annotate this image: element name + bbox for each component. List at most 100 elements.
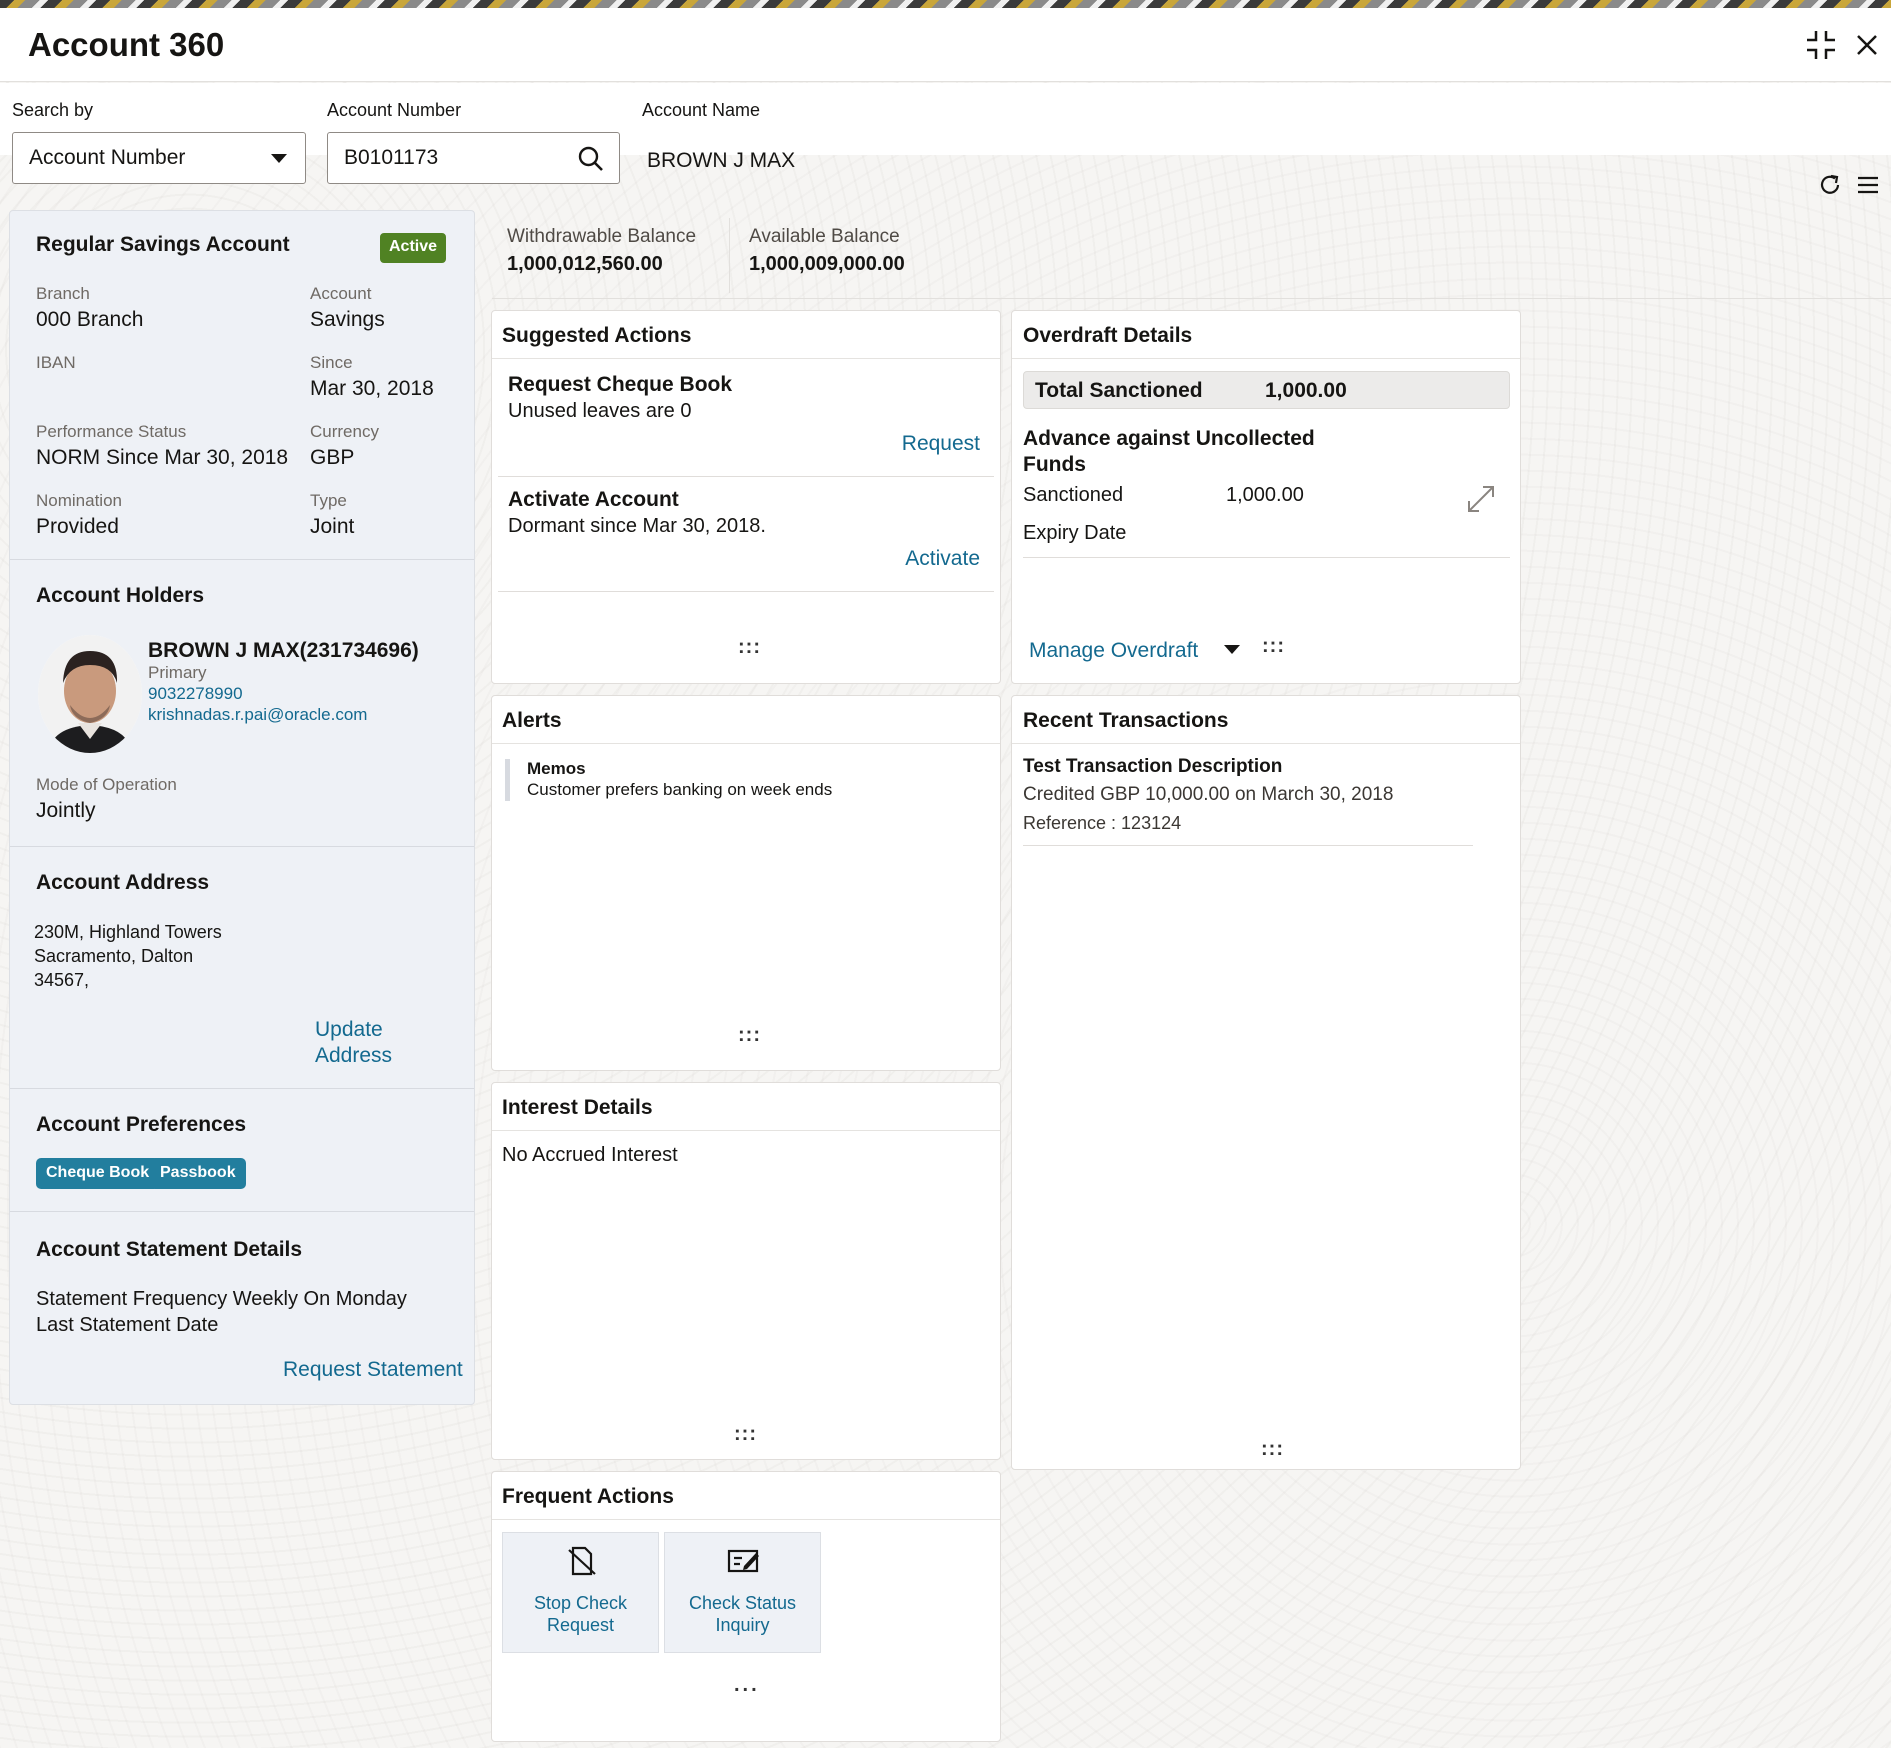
divider [498, 476, 994, 477]
search-bar: Search by Account Number Account Number … [0, 83, 1891, 184]
search-by-select[interactable]: Account Number [12, 132, 306, 184]
holder-email-link[interactable]: krishnadas.r.pai@oracle.com [148, 705, 367, 725]
memo-accent-bar [505, 759, 510, 801]
performance-status-label: Performance Status [36, 422, 187, 441]
collapse-icon[interactable] [1804, 28, 1838, 62]
total-sanctioned-value: 1,000.00 [1265, 379, 1347, 402]
withdrawable-balance-value: 1,000,012,560.00 [507, 253, 663, 275]
request-statement-link[interactable]: Request Statement [283, 1358, 463, 1382]
update-address-link[interactable]: Update Address [315, 1017, 392, 1069]
account-name-label: Account Name [642, 100, 761, 120]
request-cheque-book-sub: Unused leaves are 0 [508, 400, 692, 422]
advance-uncollected-title: Advance against Uncollected Funds [1023, 426, 1315, 478]
search-icon[interactable] [577, 145, 605, 173]
account-number-value: B0101173 [344, 146, 439, 169]
iban-label: IBAN [36, 353, 76, 372]
search-by-value: Account Number [29, 146, 186, 169]
activate-button[interactable]: Activate [905, 547, 980, 571]
account-number-input[interactable]: B0101173 [327, 132, 620, 184]
expand-icon[interactable] [1465, 483, 1497, 515]
divider [1023, 845, 1473, 846]
top-decorative-strip [0, 0, 1891, 8]
branch-value: 000 Branch [36, 308, 144, 331]
chevron-down-icon [271, 154, 287, 163]
stop-check-request-button[interactable]: Stop Check Request [502, 1532, 659, 1653]
statement-frequency: Statement Frequency Weekly On Monday [36, 1288, 407, 1310]
account-name-value: BROWN J MAX [647, 149, 796, 172]
advance-title-line-1: Advance against Uncollected [1023, 427, 1315, 450]
available-balance-value: 1,000,009,000.00 [749, 253, 905, 275]
activate-account-title: Activate Account [508, 488, 679, 511]
suggested-actions-card: Suggested Actions Request Cheque Book Un… [491, 310, 1001, 684]
account-preferences-section: Account Preferences Cheque Book Passbook [10, 1089, 474, 1212]
account-holders-title: Account Holders [36, 584, 205, 607]
menu-icon[interactable] [1855, 172, 1881, 198]
address-line-3: 34567, [34, 970, 90, 990]
holding-type-value: Joint [310, 515, 355, 538]
currency-label: Currency [310, 422, 379, 441]
transaction-reference: Reference : 123124 [1023, 813, 1182, 833]
account-preferences-title: Account Preferences [36, 1113, 247, 1136]
interest-details-title: Interest Details [502, 1096, 653, 1119]
holding-type-label: Type [310, 491, 347, 510]
account-number-label: Account Number [327, 100, 462, 120]
activate-account-sub: Dormant since Mar 30, 2018. [508, 515, 766, 537]
frequent-actions-header: Frequent Actions [492, 1472, 1000, 1520]
divider [498, 591, 994, 592]
since-value: Mar 30, 2018 [310, 377, 434, 400]
account-overview-section: Regular Savings Account Active Branch 00… [10, 211, 474, 560]
holder-role: Primary [148, 663, 207, 682]
request-cheque-book-title: Request Cheque Book [508, 373, 733, 396]
interest-details-header: Interest Details [492, 1083, 1000, 1131]
title-bar: Account 360 [0, 8, 1891, 82]
refresh-icon[interactable] [1817, 172, 1843, 198]
divider [1023, 557, 1510, 558]
recent-transactions-card: Recent Transactions Test Transaction Des… [1011, 695, 1521, 1470]
balance-summary: Withdrawable Balance 1,000,012,560.00 Av… [492, 212, 1891, 299]
memo-title: Memos [527, 759, 586, 778]
transaction-description: Test Transaction Description [1023, 756, 1283, 777]
account-statement-section: Account Statement Details Statement Freq… [10, 1212, 474, 1404]
account-type-value: Savings [310, 308, 385, 331]
close-icon[interactable] [1850, 28, 1884, 62]
currency-value: GBP [310, 446, 355, 469]
suggested-actions-title: Suggested Actions [502, 324, 692, 347]
address-line-1: 230M, Highland Towers [34, 922, 222, 942]
preference-chip-cheque-book[interactable]: Cheque Book [36, 1158, 160, 1189]
check-status-inquiry-button[interactable]: Check Status Inquiry [664, 1532, 821, 1653]
mode-of-operation-value: Jointly [36, 799, 96, 822]
drag-handle[interactable]: ::: [1262, 635, 1285, 658]
chevron-down-icon[interactable] [1224, 645, 1240, 654]
account-address-title: Account Address [36, 871, 210, 894]
withdrawable-balance-label: Withdrawable Balance [507, 226, 697, 247]
mode-of-operation-label: Mode of Operation [36, 775, 177, 794]
alerts-title: Alerts [502, 709, 562, 732]
account-address-section: Account Address 230M, Highland Towers Sa… [10, 847, 474, 1089]
account-holders-section: Account Holders BROWN J MAX(231734696) P… [10, 560, 474, 847]
expiry-date-label: Expiry Date [1023, 522, 1127, 544]
request-button[interactable]: Request [902, 432, 980, 456]
overdraft-details-header: Overdraft Details [1012, 311, 1520, 359]
drag-handle[interactable]: ::: [738, 1024, 761, 1047]
account-summary-panel: Regular Savings Account Active Branch 00… [9, 210, 475, 1405]
interest-text: No Accrued Interest [502, 1144, 678, 1166]
total-sanctioned-label: Total Sanctioned [1035, 379, 1203, 402]
drag-handle[interactable]: ::: [1261, 1438, 1284, 1461]
available-balance-label: Available Balance [749, 226, 900, 247]
preference-chip-passbook[interactable]: Passbook [150, 1158, 246, 1189]
holder-name: BROWN J MAX(231734696) [148, 639, 419, 662]
stop-document-icon [568, 1546, 596, 1576]
interest-details-card: Interest Details No Accrued Interest ::: [491, 1082, 1001, 1460]
holder-phone-link[interactable]: 9032278990 [148, 684, 243, 704]
check-status-label-line-2: Inquiry [715, 1615, 770, 1635]
overdraft-details-title: Overdraft Details [1023, 324, 1193, 347]
manage-overdraft-link[interactable]: Manage Overdraft [1029, 639, 1198, 663]
transaction-detail: Credited GBP 10,000.00 on March 30, 2018 [1023, 784, 1394, 805]
status-badge: Active [380, 233, 447, 263]
recent-transactions-header: Recent Transactions [1012, 696, 1520, 744]
more-actions-button[interactable]: ... [734, 1674, 760, 1697]
drag-handle[interactable]: ::: [734, 1423, 757, 1446]
drag-handle[interactable]: ::: [738, 636, 761, 659]
check-status-label: Check Status Inquiry [665, 1592, 820, 1636]
memo-text: Customer prefers banking on week ends [527, 780, 833, 799]
